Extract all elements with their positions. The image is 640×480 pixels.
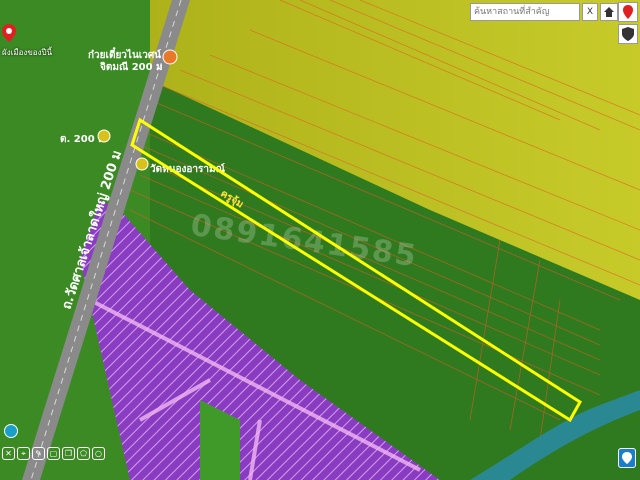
map-pin-icon: [2, 24, 16, 42]
pin-icon: [623, 5, 633, 19]
compass-icon[interactable]: [4, 424, 18, 438]
shield-icon: [622, 27, 634, 41]
area-icon[interactable]: ▢: [47, 447, 60, 460]
pin-label: ผังเมืองของปีนี้: [2, 48, 53, 57]
bottom-toolbar: ✕ ⌖ ✎ ▢ ❐ ⬠ ○: [2, 447, 105, 460]
copy-icon[interactable]: ❐: [62, 447, 75, 460]
circle-icon[interactable]: ○: [92, 447, 105, 460]
shield-button[interactable]: [618, 24, 638, 44]
right-toolbar: [618, 2, 638, 44]
restaurant-icon[interactable]: [162, 49, 178, 65]
my-location-icon: [622, 452, 632, 464]
map-canvas[interactable]: ถ.วัดศาลเจ้าลาดใหญ่ 200 ม ก๋วยเตี๋ยวไนเว…: [0, 0, 640, 480]
temple-icon[interactable]: [135, 157, 149, 171]
polygon-icon[interactable]: ⬠: [77, 447, 90, 460]
search-input[interactable]: [470, 3, 580, 21]
top-toolbar: X: [470, 2, 638, 22]
my-location-button[interactable]: [618, 448, 636, 468]
layers-button[interactable]: [618, 2, 638, 22]
draw-icon[interactable]: ✎: [32, 447, 45, 460]
home-button[interactable]: [600, 3, 618, 21]
home-icon: [604, 7, 614, 17]
place-label: จิตมณี 200 ม: [100, 61, 163, 73]
location-icon[interactable]: ⌖: [17, 447, 30, 460]
poi-icon[interactable]: [97, 129, 111, 143]
pin-marker[interactable]: ผังเมืองของปีนี้: [2, 24, 53, 59]
clear-search-button[interactable]: X: [582, 3, 598, 21]
measure-icon[interactable]: ✕: [2, 447, 15, 460]
